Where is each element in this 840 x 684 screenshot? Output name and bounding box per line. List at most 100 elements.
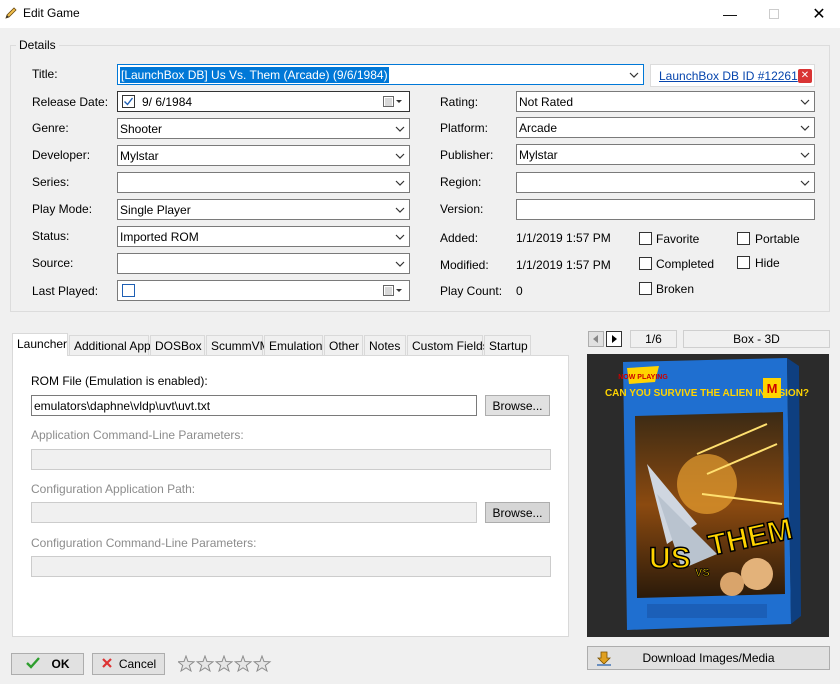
ok-button[interactable]: OK [11,653,84,675]
rom-file-label: ROM File (Emulation is enabled): [31,374,208,388]
release-date-picker[interactable]: 9/ 6/1984 [117,91,410,112]
cancel-label: Cancel [118,657,157,671]
app-cmd-label: Application Command-Line Parameters: [31,428,244,442]
launchbox-db-link[interactable]: LaunchBox DB ID #12261 [659,69,798,83]
minimize-icon: — [723,6,737,22]
close-button[interactable]: ✕ [796,0,840,28]
svg-text:M: M [767,381,778,396]
last-played-label: Last Played: [32,284,99,298]
title-value: [LaunchBox DB] Us Vs. Them (Arcade) (9/6… [120,67,389,83]
star-2-icon [195,654,215,673]
chevron-down-icon [628,69,640,81]
config-cmd-input[interactable] [31,556,551,577]
cover-badge: NOW PLAYING [618,374,668,381]
close-icon: ✕ [812,6,826,23]
favorite-label: Favorite [656,232,700,246]
modified-label: Modified: [440,258,489,272]
modified-value: 1/1/2019 1:57 PM [516,258,611,272]
tab-other[interactable]: Other [324,335,363,355]
next-image-button[interactable] [606,331,622,347]
config-path-label: Configuration Application Path: [31,482,196,496]
tab-launcher[interactable]: Launcher [12,333,68,356]
play-mode-combobox[interactable]: Single Player [117,199,410,220]
tab-notes[interactable]: Notes [364,335,406,355]
title-combobox[interactable]: [LaunchBox DB] Us Vs. Them (Arcade) (9/6… [117,64,644,85]
config-browse-button[interactable]: Browse... [485,502,550,523]
minimize-button[interactable]: — [707,0,753,28]
release-date-checkbox[interactable] [122,95,135,108]
tab-dosbox[interactable]: DOSBox [150,335,205,355]
release-date-label: Release Date: [32,95,109,109]
chevron-down-icon [394,123,406,135]
last-played-picker[interactable] [117,280,410,301]
favorite-checkbox[interactable] [639,232,652,245]
db-link-box: LaunchBox DB ID #12261 ✕ [650,64,815,87]
series-label: Series: [32,175,70,189]
broken-checkbox[interactable] [639,282,652,295]
title-bar: Edit Game — ✕ [0,0,840,28]
status-value: Imported ROM [120,230,199,244]
platform-label: Platform: [440,121,489,135]
chevron-down-icon [799,177,811,189]
added-value: 1/1/2019 1:57 PM [516,231,611,245]
cover-title-us: US [649,542,691,575]
publisher-label: Publisher: [440,148,494,162]
status-label: Status: [32,229,70,243]
chevron-down-icon [799,149,811,161]
genre-combobox[interactable]: Shooter [117,118,410,139]
tab-scummvm[interactable]: ScummVM [206,335,270,355]
version-input[interactable] [516,199,815,220]
star-5-icon [252,654,272,673]
box-art-image: NOW PLAYING CAN YOU SURVIVE THE ALIEN IN… [587,354,829,637]
chevron-down-icon [799,122,811,134]
star-rating[interactable] [176,654,274,673]
tab-startup[interactable]: Startup [484,335,531,355]
prev-image-button[interactable] [588,331,604,347]
region-label: Region: [440,175,482,189]
portable-checkbox[interactable] [737,232,750,245]
publisher-combobox[interactable]: Mylstar [516,144,815,165]
download-media-label: Download Images/Media [642,651,775,665]
hide-checkbox[interactable] [737,256,750,269]
details-label: Details [16,38,59,52]
status-combobox[interactable]: Imported ROM [117,226,410,247]
remove-db-link-icon[interactable]: ✕ [798,69,812,83]
added-label: Added: [440,231,479,245]
series-combobox[interactable] [117,172,410,193]
rom-browse-button[interactable]: Browse... [485,395,550,416]
calendar-icon[interactable] [383,96,403,111]
image-page-indicator: 1/6 [630,330,677,348]
source-combobox[interactable] [117,253,410,274]
rating-combobox[interactable]: Not Rated [516,91,815,112]
config-path-input[interactable] [31,502,477,523]
maximize-button[interactable] [751,0,797,28]
download-icon [596,651,612,670]
star-3-icon [214,654,234,673]
tab-additional-apps[interactable]: Additional Apps [69,335,157,355]
title-label: Title: [32,67,58,81]
broken-label: Broken [656,282,695,296]
platform-value: Arcade [519,121,558,135]
window-title: Edit Game [23,6,80,20]
app-cmd-input[interactable] [31,449,551,470]
download-media-button[interactable]: Download Images/Media [587,646,830,670]
cover-title-vs: VS [695,567,710,579]
rom-file-input[interactable]: emulators\daphne\vldp\uvt\uvt.txt [31,395,477,416]
genre-label: Genre: [32,121,69,135]
tab-emulation[interactable]: Emulation [264,335,323,355]
source-label: Source: [32,256,74,270]
arrow-right-icon [610,332,618,346]
release-date-value: 9/ 6/1984 [142,95,193,109]
developer-combobox[interactable]: Mylstar [117,145,410,166]
calendar-icon[interactable] [383,285,403,300]
region-combobox[interactable] [516,172,815,193]
chevron-down-icon [394,258,406,270]
completed-checkbox[interactable] [639,257,652,270]
tab-custom-fields[interactable]: Custom Fields [407,335,489,355]
play-mode-value: Single Player [120,203,191,217]
last-played-checkbox[interactable] [122,284,135,297]
chevron-down-icon [394,150,406,162]
chevron-down-icon [394,177,406,189]
cancel-button[interactable]: Cancel [92,653,165,675]
platform-combobox[interactable]: Arcade [516,117,815,138]
